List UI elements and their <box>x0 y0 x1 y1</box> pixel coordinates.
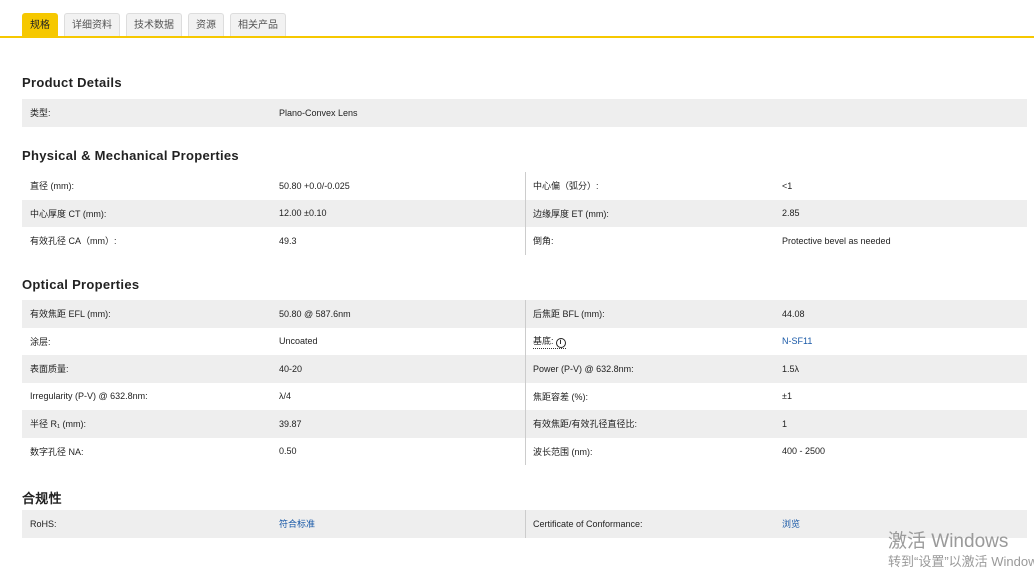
tab-bar: 规格 详细资料 技术数据 资源 相关产品 <box>22 13 286 36</box>
row-label: 焦距容差 (%): <box>533 391 588 402</box>
row-value: 400 - 2500 <box>782 446 826 457</box>
row-value: Plano-Convex Lens <box>279 107 358 118</box>
info-icon[interactable]: i <box>555 337 566 348</box>
row-label: 中心厚度 CT (mm): <box>30 208 107 219</box>
table-row: 数字孔径 NA: 0.50 波长范围 (nm): 400 - 2500 <box>22 437 1027 465</box>
row-value: 40-20 <box>279 363 303 374</box>
row-value: Protective bevel as needed <box>782 235 891 246</box>
column-divider <box>525 437 526 465</box>
row-value: 12.00 ±0.10 <box>279 208 327 219</box>
row-value: ±1 <box>782 391 792 402</box>
row-label: 有效焦距 EFL (mm): <box>30 309 111 320</box>
column-divider <box>525 172 526 200</box>
row-value: 39.87 <box>279 418 302 429</box>
row-value: 50.80 @ 587.6nm <box>279 308 351 319</box>
row-label[interactable]: 基底: i <box>533 334 566 349</box>
row-value: 1.5λ <box>782 363 800 374</box>
row-value: 50.80 +0.0/-0.025 <box>279 180 350 191</box>
table-row: 有效焦距 EFL (mm): 50.80 @ 587.6nm 后焦距 BFL (mm… <box>22 300 1027 328</box>
tab-tech-data[interactable]: 技术数据 <box>126 13 182 36</box>
column-divider <box>525 510 526 538</box>
table-row: 半径 R₁ (mm): 39.87 有效焦距/有效孔径直径比: 1 <box>22 410 1027 438</box>
row-value: λ/4 <box>279 391 292 402</box>
row-label: 表面质量: <box>30 364 69 375</box>
row-label: 有效焦距/有效孔径直径比: <box>533 419 638 430</box>
row-value-link[interactable]: N-SF11 <box>782 336 812 346</box>
column-divider <box>525 327 526 355</box>
row-label: Irregularity (P-V) @ 632.8nm: <box>30 391 148 402</box>
row-value: 1 <box>782 418 788 429</box>
row-value: 0.50 <box>279 446 297 457</box>
section-title-physical: Physical & Mechanical Properties <box>22 148 239 163</box>
row-label: Power (P-V) @ 632.8nm: <box>533 363 634 374</box>
column-divider <box>525 382 526 410</box>
row-value: 44.08 <box>782 308 805 319</box>
row-label: 数字孔径 NA: <box>30 446 84 457</box>
product-details-table: 类型: Plano-Convex Lens <box>22 99 1027 127</box>
row-label: 直径 (mm): <box>30 181 74 192</box>
row-value: Uncoated <box>279 336 318 347</box>
row-label: 中心偏（弧分）: <box>533 181 599 192</box>
section-title-compliance: 合规性 <box>22 491 62 506</box>
column-divider <box>525 300 526 328</box>
tab-underline <box>0 36 1034 38</box>
table-row: 表面质量: 40-20 Power (P-V) @ 632.8nm: 1.5λ <box>22 355 1027 383</box>
table-row: 有效孔径 CA（mm）: 49.3 倒角: Protective bevel as n… <box>22 227 1027 255</box>
row-label: Certificate of Conformance: <box>533 518 643 529</box>
optical-table: 有效焦距 EFL (mm): 50.80 @ 587.6nm 后焦距 BFL (mm… <box>22 300 1027 465</box>
table-row: 中心厚度 CT (mm): 12.00 ±0.10 边缘厚度 ET (mm): 2.8… <box>22 199 1027 227</box>
section-title-product-details: Product Details <box>22 75 122 90</box>
row-label: 类型: <box>30 108 51 119</box>
table-row: Irregularity (P-V) @ 632.8nm: λ/4 焦距容差 (%)… <box>22 382 1027 410</box>
windows-activation-hint: 转到“设置”以激活 Windows。 <box>888 554 1034 569</box>
row-label: 后焦距 BFL (mm): <box>533 309 605 320</box>
table-row: RoHS: 符合标准 Certificate of Conformance: 浏览 <box>22 510 1027 538</box>
table-row: 类型: Plano-Convex Lens <box>22 99 1027 127</box>
row-value-link[interactable]: 符合标准 <box>279 517 315 530</box>
row-label: 边缘厚度 ET (mm): <box>533 208 609 219</box>
tab-specs[interactable]: 规格 <box>22 13 58 36</box>
tab-resources[interactable]: 资源 <box>188 13 224 36</box>
row-label: 倒角: <box>533 236 554 247</box>
column-divider <box>525 227 526 255</box>
compliance-table: RoHS: 符合标准 Certificate of Conformance: 浏览 <box>22 510 1027 538</box>
row-label: 波长范围 (nm): <box>533 446 593 457</box>
table-row: 涂层: Uncoated 基底: i N-SF11 <box>22 327 1027 355</box>
windows-activation-watermark: 激活 Windows <box>888 531 1009 552</box>
row-label: 半径 R₁ (mm): <box>30 419 87 430</box>
section-title-optical: Optical Properties <box>22 277 140 292</box>
physical-table: 直径 (mm): 50.80 +0.0/-0.025 中心偏（弧分）: <1 中心厚度 … <box>22 172 1027 255</box>
row-label: 涂层: <box>30 336 51 347</box>
row-value: 2.85 <box>782 208 800 219</box>
row-value: <1 <box>782 180 793 191</box>
row-label: 有效孔径 CA（mm）: <box>30 236 117 247</box>
tab-details[interactable]: 详细资料 <box>64 13 120 36</box>
tab-related-products[interactable]: 相关产品 <box>230 13 286 36</box>
column-divider <box>525 410 526 438</box>
row-label: RoHS: <box>30 518 57 529</box>
row-value: 49.3 <box>279 235 297 246</box>
table-row: 直径 (mm): 50.80 +0.0/-0.025 中心偏（弧分）: <1 <box>22 172 1027 200</box>
column-divider <box>525 355 526 383</box>
row-value-link[interactable]: 浏览 <box>782 517 800 530</box>
column-divider <box>525 199 526 227</box>
